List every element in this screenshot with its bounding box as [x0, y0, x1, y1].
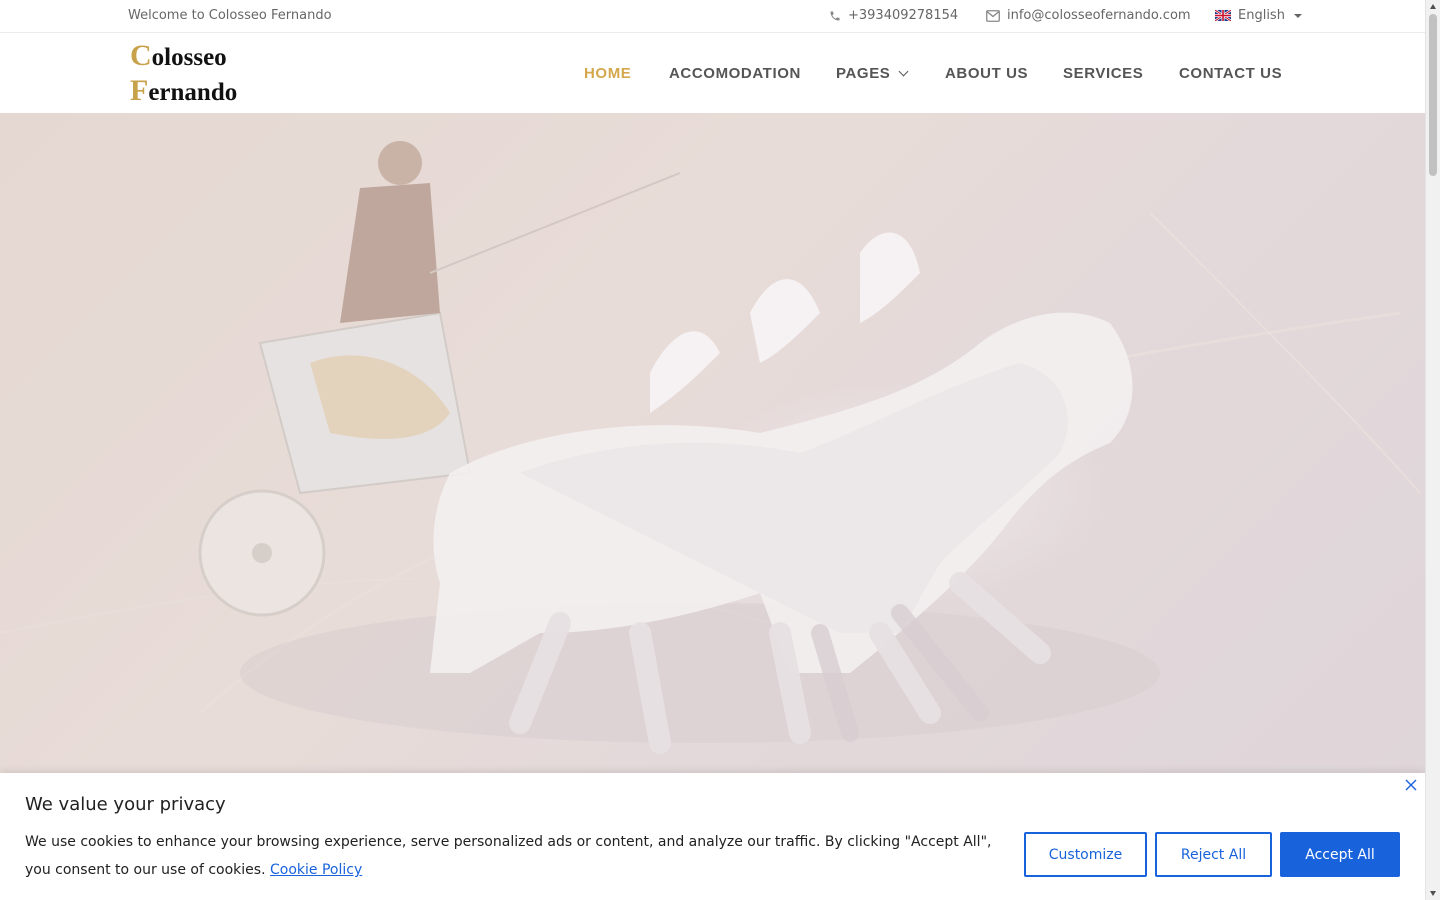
phone-icon	[829, 10, 841, 22]
scroll-up-icon[interactable]	[1430, 4, 1436, 9]
scrollbar-thumb[interactable]	[1429, 14, 1437, 176]
accept-all-button[interactable]: Accept All	[1280, 832, 1400, 877]
language-label: English	[1238, 8, 1285, 23]
nav-services[interactable]: SERVICES	[1063, 65, 1143, 82]
envelope-icon	[986, 9, 1000, 22]
customize-button[interactable]: Customize	[1024, 832, 1147, 877]
chariot-illustration	[0, 141, 1421, 754]
caret-down-icon	[1293, 13, 1302, 18]
nav-about-us[interactable]: ABOUT US	[945, 65, 1028, 82]
cookie-message-text: We use cookies to enhance your browsing …	[25, 834, 992, 878]
cookie-title: We value your privacy	[25, 794, 226, 815]
site-header: Colosseo Fernando HOME ACCOMODATION PAGE…	[0, 33, 1425, 113]
welcome-text: Welcome to Colosseo Fernando	[128, 8, 332, 23]
chevron-down-icon	[898, 66, 909, 77]
nav-home[interactable]: HOME	[584, 65, 631, 82]
reject-all-button[interactable]: Reject All	[1155, 832, 1272, 877]
site-logo[interactable]: Colosseo Fernando	[130, 39, 237, 109]
scroll-down-icon[interactable]	[1430, 891, 1436, 896]
logo-line-2: Fernando	[130, 74, 238, 107]
uk-flag-icon	[1215, 10, 1231, 21]
nav-accomodation[interactable]: ACCOMODATION	[669, 65, 801, 82]
email-address: info@colosseofernando.com	[1007, 8, 1191, 23]
language-selector[interactable]: English	[1215, 8, 1302, 23]
cookie-policy-link[interactable]: Cookie Policy	[270, 862, 362, 878]
email-link[interactable]: info@colosseofernando.com	[986, 8, 1191, 23]
page-scrollbar[interactable]	[1425, 0, 1440, 900]
nav-contact-us[interactable]: CONTACT US	[1179, 65, 1282, 82]
top-info-bar: Welcome to Colosseo Fernando +3934092781…	[0, 0, 1425, 33]
nav-pages[interactable]: PAGES	[836, 65, 909, 82]
close-icon[interactable]	[1404, 778, 1418, 792]
phone-link[interactable]: +393409278154	[829, 8, 958, 23]
logo-line-1: Colosseo	[130, 39, 227, 72]
cookie-message: We use cookies to enhance your browsing …	[25, 828, 1010, 884]
cookie-consent-banner: We value your privacy We use cookies to …	[0, 773, 1425, 900]
phone-number: +393409278154	[848, 8, 959, 23]
hero-banner-image	[0, 113, 1425, 773]
